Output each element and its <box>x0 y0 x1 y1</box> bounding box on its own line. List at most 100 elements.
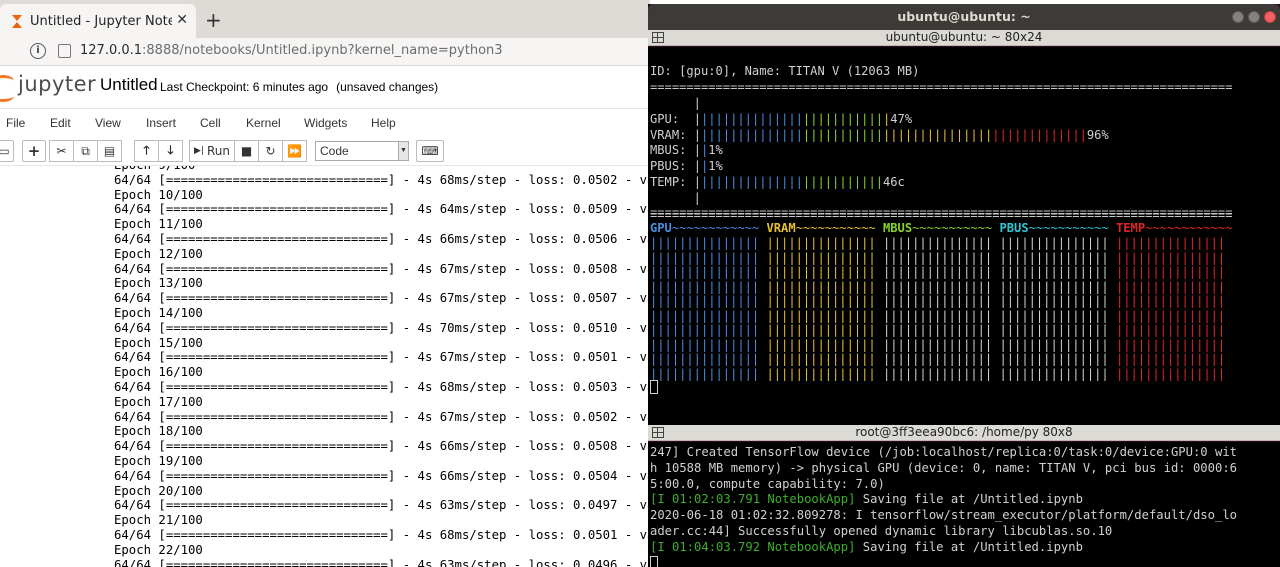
notebook-title[interactable]: Untitled <box>100 75 158 95</box>
page-icon <box>58 44 71 58</box>
stat-row-vram: VRAM: ||||||||||||||||||||||||||||||||||… <box>650 128 1109 144</box>
maximize-icon[interactable] <box>1248 11 1260 23</box>
menu-widgets[interactable]: Widgets <box>304 116 347 130</box>
bar-segment: | <box>1057 127 1066 142</box>
cut-icon[interactable]: ✂ <box>49 140 74 162</box>
stat-label: MBUS: <box>650 143 694 158</box>
copy-icon[interactable]: ⧉ <box>73 140 98 162</box>
history-bars-pbus: ||||||||||||||| <box>999 279 1116 294</box>
log-line: 2020-06-18 01:02:32.809278: I tensorflow… <box>650 508 1237 523</box>
bar-segment: | <box>897 127 905 142</box>
bar-segment: | <box>715 174 723 189</box>
restart-icon[interactable]: ↻ <box>258 140 283 162</box>
cell-type-select[interactable]: Code ▼ <box>315 141 409 161</box>
pane1-header[interactable]: ubuntu@ubuntu: ~ 80x24 <box>648 30 1280 46</box>
history-bars-mbus: ||||||||||||||| <box>883 308 1000 323</box>
info-icon[interactable]: i <box>30 43 46 59</box>
history-bars-gpu: ||||||||||||||| <box>650 265 767 279</box>
fast-forward-icon[interactable]: ⏩ <box>282 140 307 162</box>
menu-view[interactable]: View <box>95 116 121 130</box>
menu-help[interactable]: Help <box>371 116 396 130</box>
history-bars-vram: ||||||||||||||| <box>766 352 883 366</box>
log-line: 247] Created TensorFlow device (/job:loc… <box>650 445 1237 459</box>
bar-segment: | <box>868 127 876 142</box>
history-bars-temp: ||||||||||||||| <box>1116 279 1233 294</box>
history-bars-vram: ||||||||||||||| <box>766 366 883 381</box>
bar-segment: | <box>744 112 752 126</box>
menu-cell[interactable]: Cell <box>200 116 221 130</box>
jupyter-logo[interactable]: jupyter <box>0 70 96 104</box>
close-window-icon[interactable] <box>1264 11 1276 23</box>
browser-window: Untitled - Jupyter Noteb ✕ + i 127.0.0.1… <box>0 0 650 567</box>
keyboard-icon[interactable]: ⌨ <box>416 140 444 162</box>
separator: ========================================… <box>650 80 1233 94</box>
bar-start: | <box>693 159 701 174</box>
stat-label: TEMP: <box>650 174 694 189</box>
history-header-vram: VRAM <box>766 221 796 235</box>
move-down-icon[interactable]: 🡓 <box>158 140 183 162</box>
pane-grid-icon[interactable] <box>652 427 664 438</box>
history-bars-mbus: ||||||||||||||| <box>883 337 1000 352</box>
output-line: 64/64 [==============================] -… <box>114 409 650 424</box>
url-host: 127.0.0.1 <box>80 43 143 58</box>
bar-segment: | <box>1028 127 1036 142</box>
history-row: ||||||||||||||| ||||||||||||||| ||||||||… <box>650 309 1233 325</box>
new-tab-button[interactable]: + <box>205 8 222 32</box>
terminal-cursor <box>650 556 658 567</box>
history-bars-gpu: ||||||||||||||| <box>650 294 767 308</box>
history-bars-pbus: ||||||||||||||| <box>999 250 1116 265</box>
bar-segment: | <box>948 127 956 142</box>
history-row: ||||||||||||||| ||||||||||||||| ||||||||… <box>650 352 1233 368</box>
bar-segment: | <box>868 174 876 189</box>
history-bars-gpu: ||||||||||||||| <box>650 308 767 323</box>
log-pane[interactable]: 247] Created TensorFlow device (/job:loc… <box>648 442 1280 567</box>
history-header-gpu: GPU <box>650 221 672 235</box>
history-header-temp: TEMP <box>1116 221 1146 235</box>
separator-line: ========================================… <box>650 80 1232 96</box>
notebookapp-prefix: [I 01:02:03.791 NotebookApp] <box>650 492 856 507</box>
history-bars-vram: ||||||||||||||| <box>766 323 883 337</box>
bar-segment: | <box>846 174 854 189</box>
menu-insert[interactable]: Insert <box>146 116 176 130</box>
bar-segment: | <box>708 112 716 126</box>
paste-icon[interactable]: ▤ <box>97 140 122 162</box>
save-icon[interactable]: ▭ <box>0 140 14 162</box>
stat-value: 46c <box>883 174 905 189</box>
bar-segment: | <box>846 112 854 126</box>
minimize-icon[interactable] <box>1232 11 1244 23</box>
pane-grid-icon[interactable] <box>652 32 664 43</box>
bar-segment: | <box>744 174 752 189</box>
run-button[interactable]: ▶| Run <box>189 140 235 162</box>
stop-icon[interactable]: ■ <box>234 140 259 162</box>
bar-segment: | <box>977 127 985 142</box>
history-bars-vram: ||||||||||||||| <box>766 308 883 323</box>
bar-segment: | <box>795 112 803 126</box>
pane2-header[interactable]: root@3ff3eea90bc6: /home/py 80x8 <box>648 425 1280 441</box>
menu-edit[interactable]: Edit <box>50 116 71 130</box>
menu-kernel[interactable]: Kernel <box>246 116 281 130</box>
bar-segment: | <box>744 127 752 142</box>
move-up-icon[interactable]: 🡑 <box>134 140 159 162</box>
output-line: 64/64 [==============================] -… <box>114 350 650 365</box>
stat-row-temp: TEMP: ||||||||||||||||||||||||||46c <box>650 175 905 191</box>
stat-row-mbus: MBUS: ||1% <box>650 143 723 159</box>
browser-tab[interactable]: Untitled - Jupyter Noteb ✕ <box>0 4 196 38</box>
history-bars-vram: ||||||||||||||| <box>766 279 883 294</box>
bar-segment: | <box>839 112 847 126</box>
insert-cell-button[interactable]: + <box>22 140 46 162</box>
history-row: ||||||||||||||| ||||||||||||||| ||||||||… <box>650 367 1233 383</box>
separator: ========================================… <box>650 208 1233 222</box>
history-header-fill: ~~~~~~~~~~~~ <box>671 221 767 235</box>
terminal-cursor <box>650 379 658 394</box>
history-bars-gpu: ||||||||||||||| <box>650 236 767 250</box>
history-row: ||||||||||||||| ||||||||||||||| ||||||||… <box>650 251 1233 267</box>
stat-value: 1% <box>708 159 723 174</box>
url-field[interactable]: 127.0.0.1:8888/notebooks/Untitled.ipynb?… <box>80 43 503 58</box>
bar-segment: | <box>1021 127 1029 142</box>
bar-segment: | <box>992 127 1000 142</box>
close-tab-icon[interactable]: ✕ <box>176 12 188 28</box>
bar-start: | <box>693 174 701 189</box>
gpu-monitor-pane[interactable]: ID: [gpu:0], Name: TITAN V (12063 MB) ==… <box>648 47 1280 425</box>
menu-file[interactable]: File <box>6 116 25 130</box>
history-bars-gpu: ||||||||||||||| <box>650 337 767 352</box>
